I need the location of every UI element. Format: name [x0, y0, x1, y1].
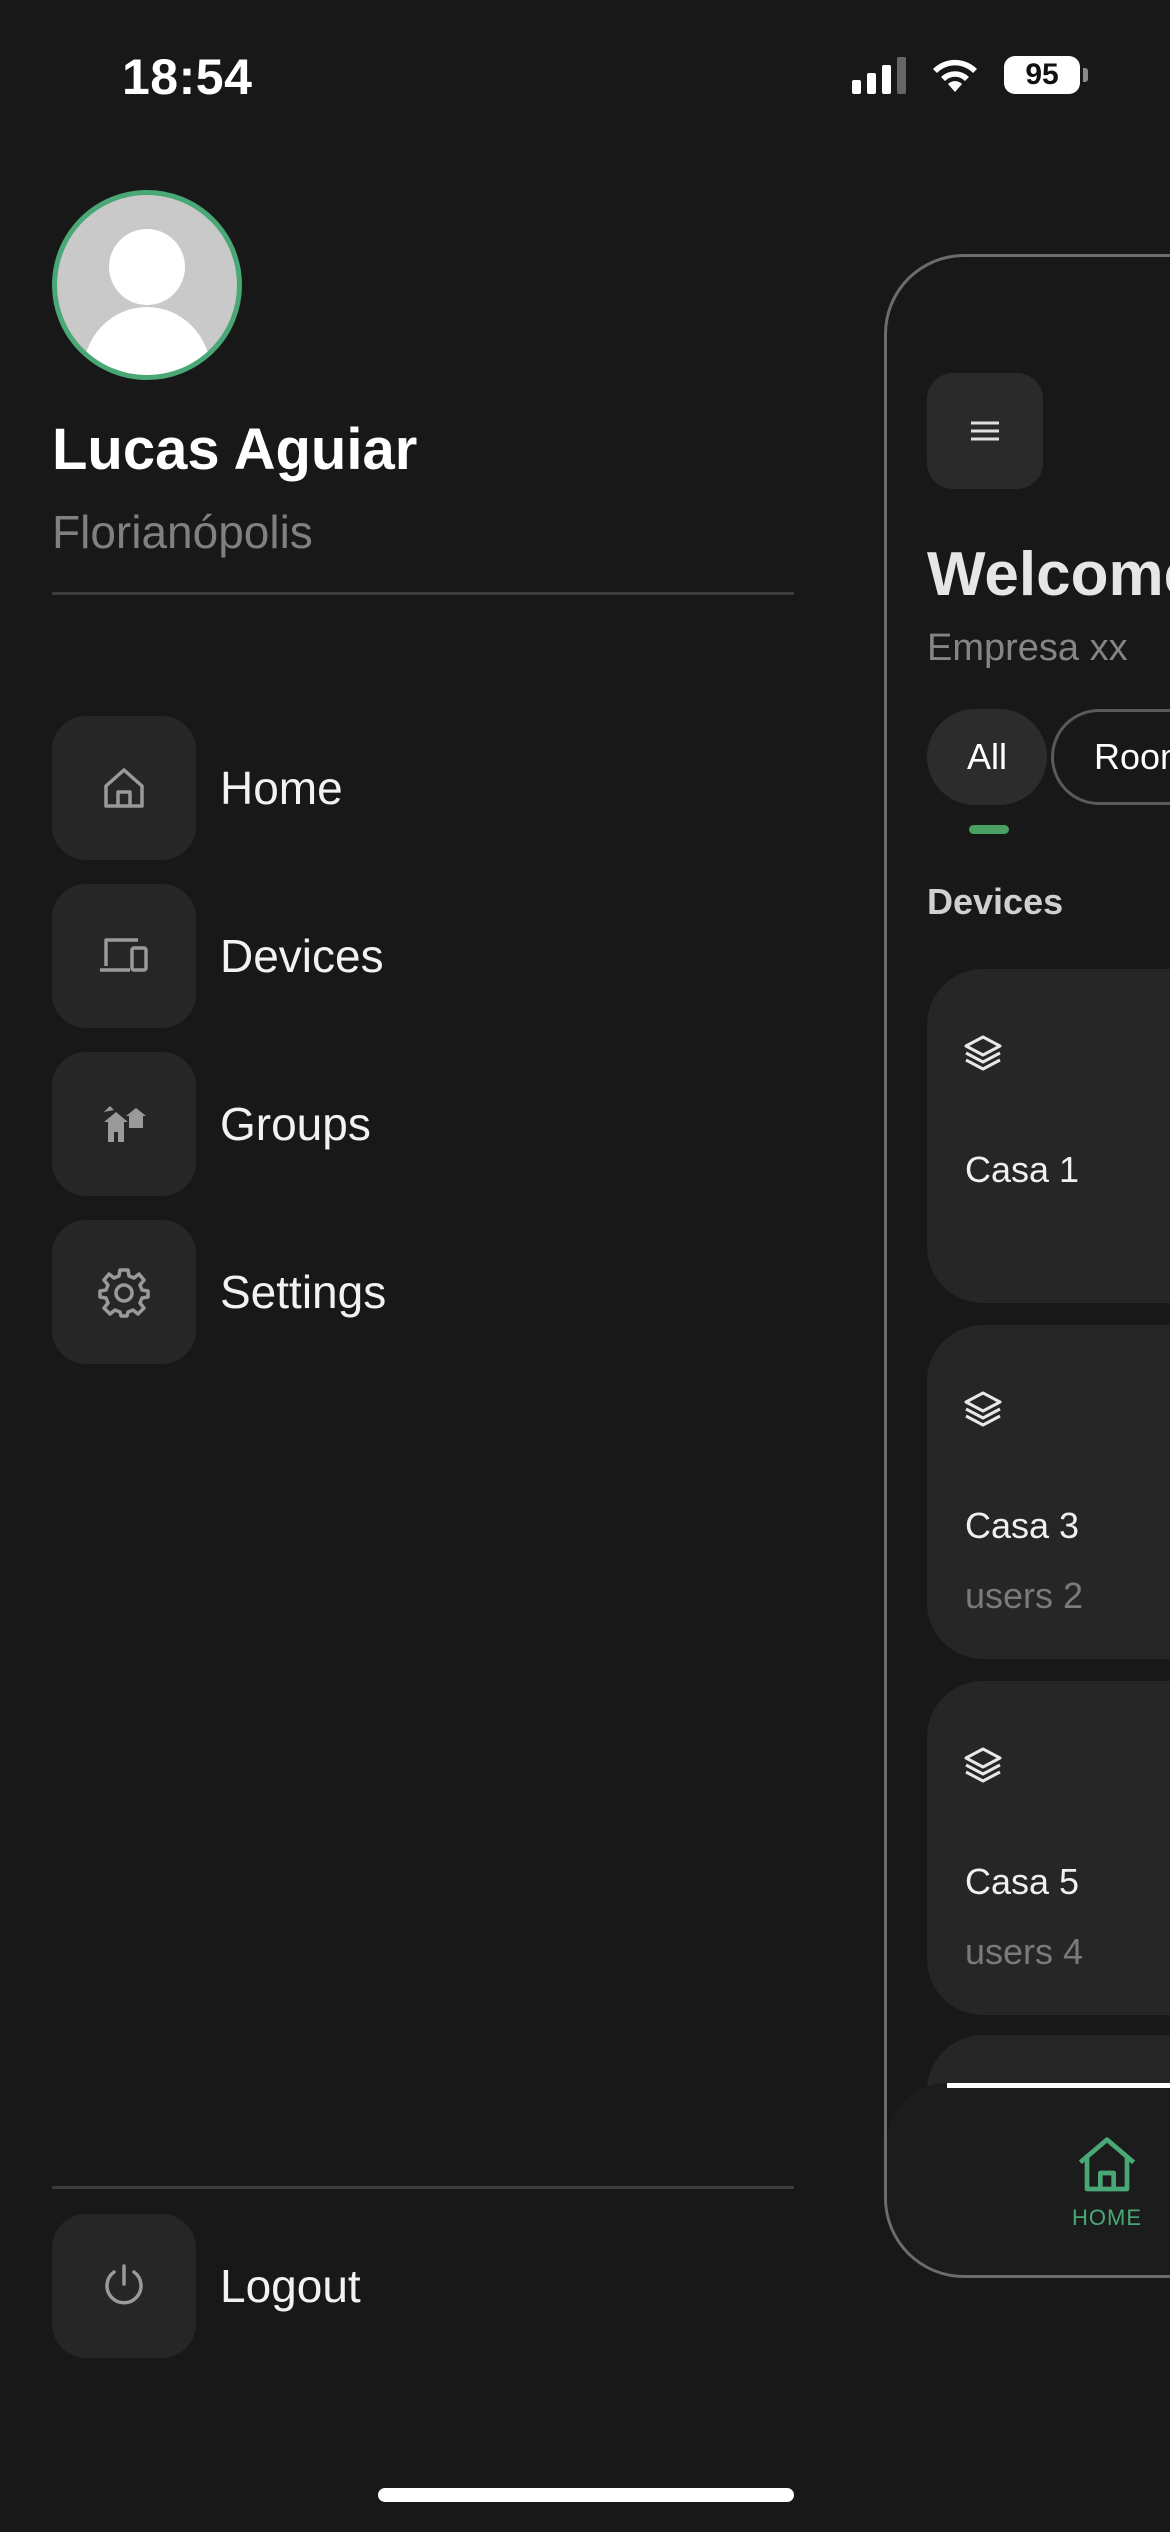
gear-icon — [98, 1268, 150, 1318]
profile-city: Florianópolis — [52, 506, 313, 558]
device-card-name: Casa 5 — [965, 1861, 1080, 1902]
hamburger-icon — [971, 421, 999, 441]
device-card[interactable]: Casa 3 users 2 — [927, 1325, 1170, 1659]
home-indicator — [378, 2488, 794, 2502]
battery-icon: 95 — [1004, 56, 1088, 94]
menu-label-groups: Groups — [220, 1098, 371, 1150]
device-card-name: Casa 1 — [965, 1149, 1080, 1190]
logout-label: Logout — [220, 2260, 361, 2312]
menu-label-devices: Devices — [220, 930, 384, 982]
hamburger-menu-button[interactable] — [927, 373, 1043, 489]
devices-icon — [100, 938, 148, 972]
status-time: 18:54 — [122, 49, 253, 105]
groups-icon — [104, 1106, 146, 1142]
menu-label-settings: Settings — [220, 1266, 387, 1318]
bottom-tab-bar: HOME — [887, 2083, 1170, 2275]
menu-item-settings[interactable]: Settings — [52, 1220, 752, 1364]
filter-chip-rooms[interactable]: Rooms — [1051, 709, 1170, 805]
divider — [52, 2186, 794, 2189]
page-title: Welcome — [927, 540, 1170, 609]
menu-item-devices[interactable]: Devices — [52, 884, 752, 1028]
layers-icon — [964, 1035, 1002, 1071]
menu-label-home: Home — [220, 762, 343, 814]
device-card-users: users 2 — [965, 1575, 1084, 1616]
active-chip-indicator — [969, 825, 1009, 834]
device-card[interactable]: Casa 1 — [927, 969, 1170, 1303]
divider — [52, 592, 794, 595]
filter-chip-all[interactable]: All — [927, 709, 1048, 805]
power-icon — [105, 2264, 143, 2305]
tab-home-label: HOME — [1072, 2205, 1142, 2230]
device-card[interactable]: Casa 5 users 4 — [927, 1681, 1170, 2015]
person-icon — [83, 229, 211, 375]
device-card-name: Casa 3 — [965, 1505, 1080, 1546]
profile-name: Lucas Aguiar — [52, 417, 418, 482]
cellular-signal-icon — [852, 56, 906, 94]
main-panel[interactable]: Welcome Empresa xx All Rooms Devices Cas… — [884, 254, 1170, 2278]
logout-button[interactable]: Logout — [52, 2214, 752, 2358]
wifi-icon — [933, 59, 977, 92]
section-title: Devices — [927, 881, 1064, 922]
tab-home[interactable]: HOME — [1047, 2133, 1167, 2231]
device-card-users: users 4 — [965, 1931, 1084, 1972]
status-icons: 95 — [852, 56, 1088, 94]
page-subtitle: Empresa xx — [927, 627, 1128, 669]
layers-icon — [964, 1747, 1002, 1783]
menu-item-home[interactable]: Home — [52, 716, 752, 860]
layers-icon — [964, 1391, 1002, 1427]
battery-level: 95 — [1004, 56, 1080, 94]
home-icon — [1078, 2137, 1136, 2192]
home-icon — [104, 768, 144, 808]
menu-item-groups[interactable]: Groups — [52, 1052, 752, 1196]
tabbar-divider — [947, 2083, 1170, 2088]
avatar[interactable] — [52, 190, 242, 380]
